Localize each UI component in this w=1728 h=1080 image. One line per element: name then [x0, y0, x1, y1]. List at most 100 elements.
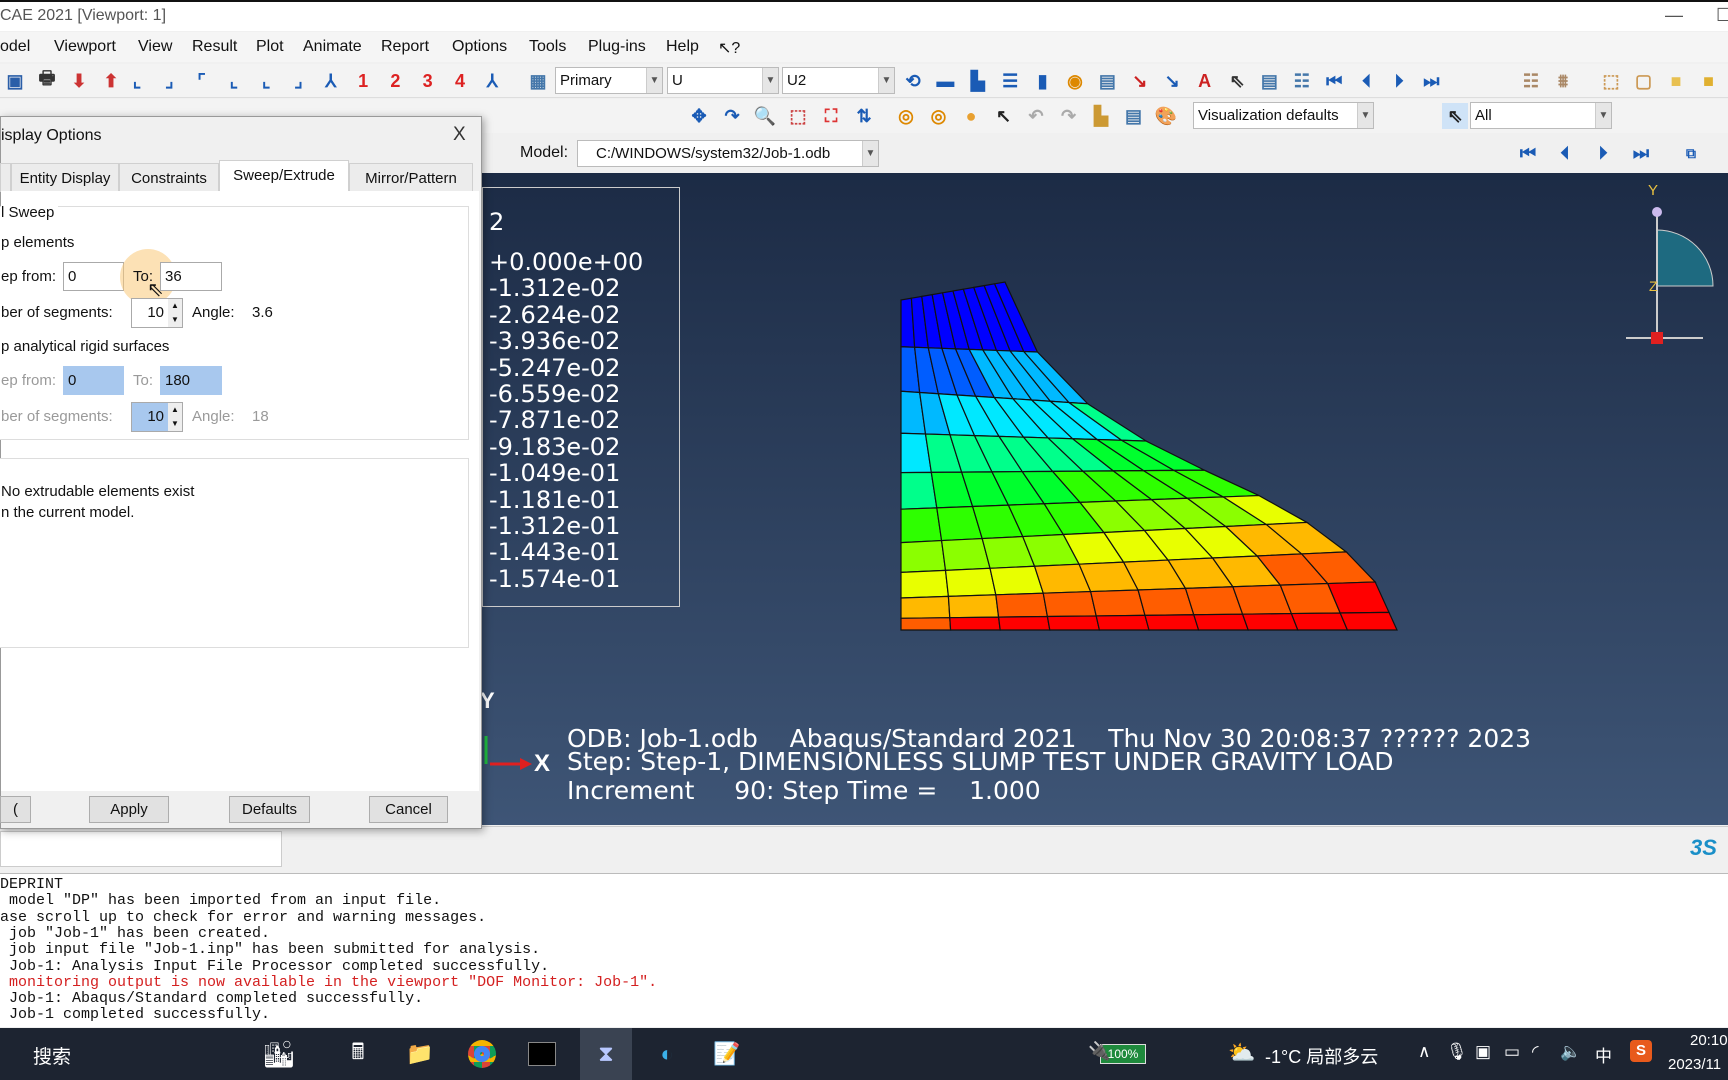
boolean-sphere-icon[interactable]: ● — [958, 103, 984, 129]
arrow-icon[interactable]: ↘ — [1159, 68, 1185, 94]
weather-text[interactable]: -1°C 局部多云 — [1265, 1043, 1378, 1069]
menu-plugins[interactable]: Plug-ins — [588, 38, 646, 56]
view-3-icon[interactable]: 3 — [415, 68, 441, 94]
view-zx-icon[interactable]: ⌜ — [189, 68, 215, 94]
menu-tools[interactable]: Tools — [529, 38, 566, 56]
prev-frame-icon[interactable]: ⏴ — [1354, 68, 1380, 94]
tab-constraints[interactable]: Constraints — [119, 163, 219, 192]
rigid-to-input[interactable]: 180 — [160, 366, 222, 395]
spinner-arrows-icon[interactable]: ▲ ▼ — [168, 299, 182, 327]
bars-icon[interactable]: ▙ — [1088, 103, 1114, 129]
next-frame-icon[interactable]: ⏵ — [1590, 140, 1616, 166]
message-console[interactable]: DEPRINT model "DP" has been imported fro… — [0, 873, 1728, 1027]
tab-sweep-extrude[interactable]: Sweep/Extrude — [219, 160, 349, 192]
viewport-annot-icon[interactable]: ◉ — [1062, 68, 1088, 94]
clock-date[interactable]: 2023/11 — [1668, 1056, 1721, 1073]
hidden-icon[interactable]: ▢ — [1631, 68, 1657, 94]
pan-icon[interactable]: ✥ — [686, 103, 712, 129]
export-icon[interactable]: ⬆ — [98, 68, 124, 94]
sweep-rigid-checkbox[interactable]: p analytical rigid surfaces — [1, 338, 169, 355]
ladder2-icon[interactable]: ⩩ — [1550, 68, 1576, 94]
component-select[interactable]: U2 ▼ — [782, 67, 895, 94]
first-frame-icon[interactable]: ⏮ — [1515, 140, 1541, 166]
annotation-manager-icon[interactable]: ▤ — [1256, 68, 1282, 94]
minimize-button[interactable]: — — [1665, 5, 1683, 26]
view-yx-icon[interactable]: ⌟ — [156, 68, 182, 94]
defaults-button[interactable]: Defaults — [229, 796, 310, 823]
menu-help[interactable]: Help — [666, 38, 699, 56]
redo-icon[interactable]: ↷ — [1056, 103, 1082, 129]
palette-icon[interactable]: 🎨 — [1153, 103, 1179, 129]
rotate-view-icon[interactable]: ⅄ — [479, 68, 505, 94]
file-explorer-icon[interactable]: 📁 — [400, 1036, 440, 1072]
import-icon[interactable]: ⬇ — [66, 68, 92, 94]
close-icon[interactable]: X — [453, 124, 466, 146]
view-2-icon[interactable]: 2 — [382, 68, 408, 94]
sweep-to-input[interactable]: 36 — [160, 262, 222, 291]
legend-list-icon[interactable]: ☷ — [1289, 68, 1315, 94]
view-xz-icon[interactable]: ⌞ — [221, 68, 247, 94]
ladder-icon[interactable]: ☷ — [1518, 68, 1544, 94]
maximize-button[interactable]: ☐ — [1716, 5, 1728, 26]
menu-report[interactable]: Report — [381, 38, 429, 56]
viewport-cascade-icon[interactable]: ▙ — [965, 68, 991, 94]
rotate-icon[interactable]: ↷ — [719, 103, 745, 129]
tab-entity-display[interactable]: Entity Display — [11, 163, 119, 192]
menu-result[interactable]: Result — [192, 38, 237, 56]
menu-plot[interactable]: Plot — [256, 38, 284, 56]
box-zoom-icon[interactable]: ⬚ — [785, 103, 811, 129]
ok-button[interactable]: ( — [0, 796, 31, 823]
cancel-button[interactable]: Cancel — [369, 796, 448, 823]
sweep-elements-checkbox[interactable]: p elements — [1, 234, 74, 251]
print-icon[interactable]: 🖶 — [34, 68, 60, 94]
text-icon[interactable]: A — [1192, 68, 1218, 94]
view-1-icon[interactable]: 1 — [350, 68, 376, 94]
tab-general[interactable] — [0, 163, 11, 192]
table-icon[interactable]: ▤ — [1094, 68, 1120, 94]
view-zy-icon[interactable]: ⌟ — [286, 68, 312, 94]
prev-frame-icon[interactable]: ⏴ — [1552, 140, 1578, 166]
boolean-intersect-icon[interactable]: ◎ — [926, 103, 952, 129]
tab-mirror-pattern[interactable]: Mirror/Pattern — [349, 163, 473, 192]
taskbar-search[interactable]: 搜索 — [33, 1042, 71, 1069]
menu-animate[interactable]: Animate — [303, 38, 362, 56]
sync-icon[interactable]: ⟲ — [900, 68, 926, 94]
apply-button[interactable]: Apply — [89, 796, 169, 823]
text-arrow-icon[interactable]: ↘ — [1127, 68, 1153, 94]
wireframe-icon[interactable]: ⬚ — [1598, 68, 1624, 94]
tool-icon[interactable]: ↖ — [991, 103, 1017, 129]
calculator-icon[interactable]: 🖩 — [338, 1036, 378, 1072]
view-yz-icon[interactable]: ⌞ — [253, 68, 279, 94]
iso-view-icon[interactable]: ⅄ — [318, 68, 344, 94]
menu-viewport[interactable]: Viewport — [54, 38, 116, 56]
options-table-icon[interactable]: ▤ — [1121, 103, 1147, 129]
terminal-icon[interactable] — [522, 1036, 562, 1072]
menu-whats-this[interactable]: ↖? — [718, 38, 740, 58]
spinner-arrows-icon[interactable]: ▲ ▼ — [168, 403, 182, 431]
rigid-segments-spinner[interactable]: 10 ▲ ▼ — [131, 402, 183, 432]
tile-horizontal-icon[interactable]: ☰ — [997, 68, 1023, 94]
menu-options[interactable]: Options — [452, 38, 507, 56]
viewport-1-icon[interactable]: ▬ — [932, 68, 958, 94]
sweep-from-input[interactable]: 0 — [63, 262, 124, 291]
view-4-icon[interactable]: 4 — [447, 68, 473, 94]
volume-icon[interactable]: 🔈 — [1560, 1042, 1581, 1062]
notepad-icon[interactable]: 📝 — [707, 1036, 747, 1072]
last-frame-icon[interactable]: ⏭ — [1418, 68, 1444, 94]
variable-select[interactable]: U ▼ — [667, 67, 779, 94]
edge-icon[interactable]: ◐ — [647, 1036, 687, 1072]
cycle-views-icon[interactable]: ⇅ — [851, 103, 877, 129]
tile-vertical-icon[interactable]: ▮ — [1030, 68, 1056, 94]
primary-select[interactable]: Primary ▼ — [555, 67, 663, 94]
selection-filter-select[interactable]: All ▼ — [1470, 102, 1612, 129]
select-annot-icon[interactable]: ⇖ — [1224, 68, 1250, 94]
model-select[interactable]: C:/WINDOWS/system32/Job-1.odb ▼ — [577, 140, 879, 167]
sogou-icon[interactable]: S — [1630, 1040, 1652, 1062]
last-frame-icon[interactable]: ⏭ — [1628, 140, 1654, 166]
first-frame-icon[interactable]: ⏮ — [1321, 68, 1347, 94]
screen-icon[interactable]: ▣ — [1475, 1042, 1491, 1062]
zoom-icon[interactable]: 🔍 — [752, 103, 778, 129]
power-icon[interactable]: ▭ — [1504, 1042, 1520, 1062]
rigid-from-input[interactable]: 0 — [63, 366, 124, 395]
viewport-link-icon[interactable]: ⧉ — [1678, 140, 1704, 166]
